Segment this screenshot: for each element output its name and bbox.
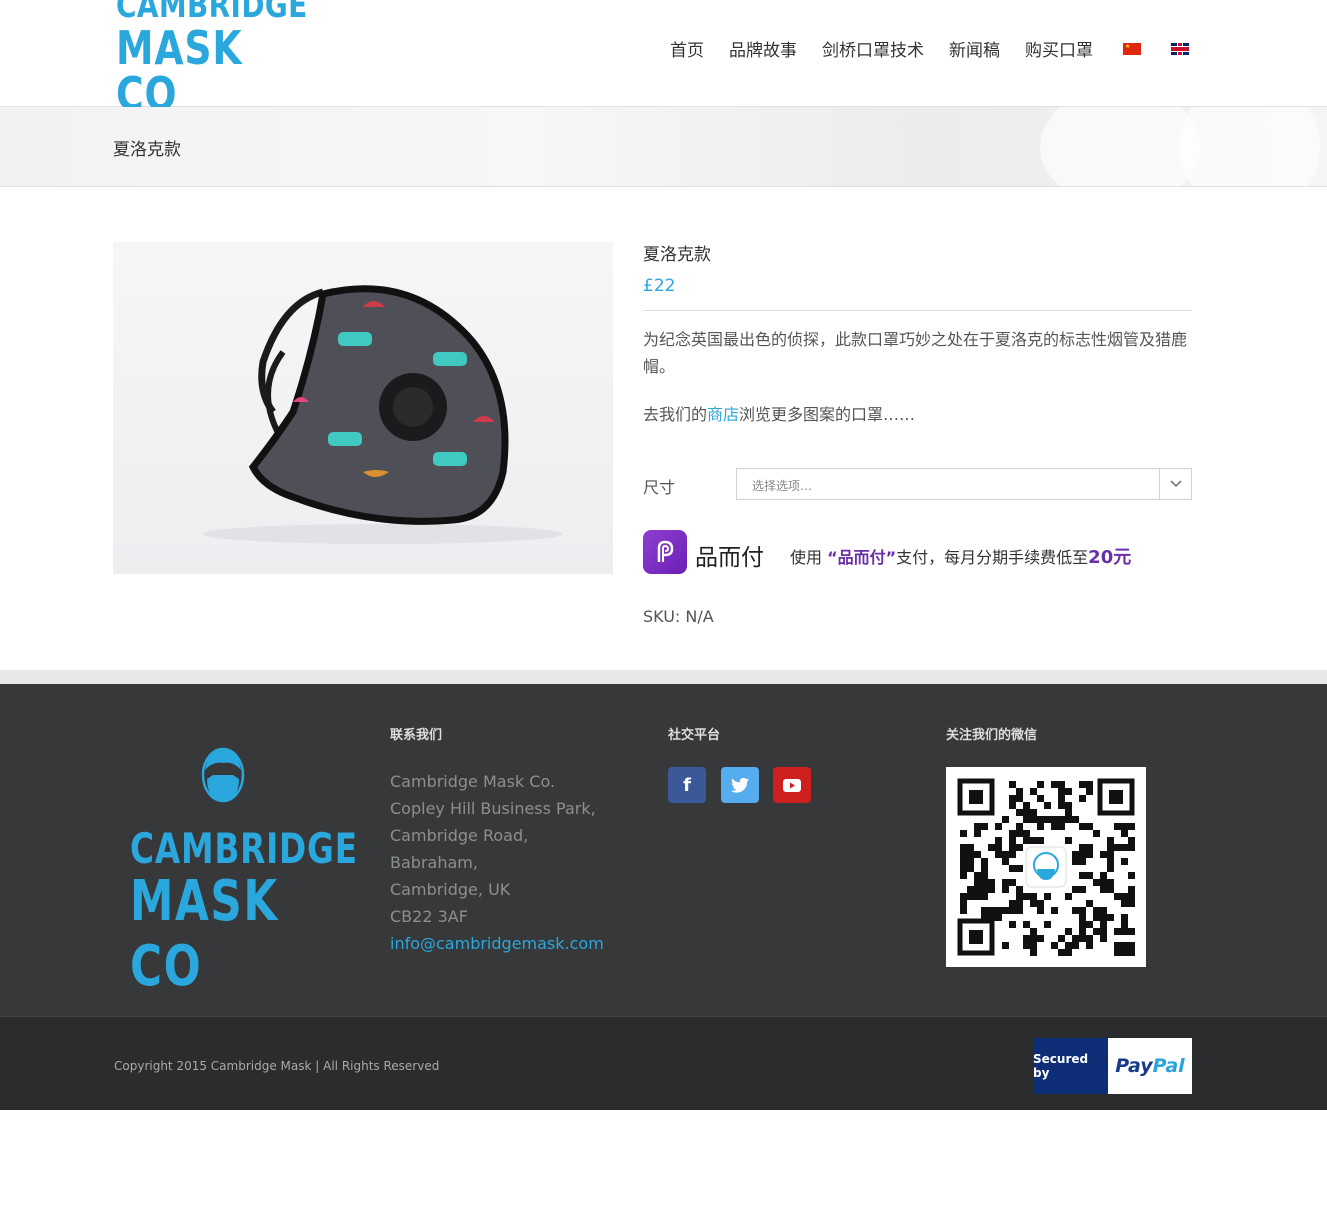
shop-prefix: 去我们的 (643, 405, 708, 424)
page-title-bar: 夏洛克款 (0, 107, 1327, 187)
uk-flag-icon[interactable] (1171, 42, 1189, 55)
address-line: Cambridge, UK (390, 880, 511, 899)
product-price: £22 (643, 276, 676, 296)
site-header: CAMBRIDGE MASK CO 首页 品牌故事 剑桥口罩技术 新闻稿 购买口… (0, 0, 1327, 117)
main-nav: 首页 品牌故事 剑桥口罩技术 新闻稿 购买口罩 (645, 36, 1189, 61)
product-image[interactable] (113, 242, 613, 574)
twitter-icon[interactable] (721, 767, 759, 803)
paypal-secured-label: Secured by (1033, 1038, 1108, 1094)
installment-mid: 支付，每月分期手续费低至 (896, 548, 1089, 567)
footer-spacer (0, 670, 1327, 684)
address-line: Babraham, (390, 853, 478, 872)
site-logo[interactable]: CAMBRIDGE MASK CO (112, 0, 338, 117)
email-link[interactable]: info@cambridgemask.com (390, 934, 604, 953)
shop-link[interactable]: 商店 (707, 405, 739, 424)
pinerfu-logo-icon (643, 530, 687, 574)
size-label: 尺寸 (643, 478, 676, 497)
address-line: Copley Hill Business Park, (390, 799, 596, 818)
divider (643, 310, 1192, 311)
installment-prefix: 使用 (790, 548, 823, 567)
address-line: Cambridge Road, (390, 826, 529, 845)
nav-brand-story[interactable]: 品牌故事 (729, 36, 797, 61)
footer: CAMBRIDGE MASK CO 联系我们 Cambridge Mask Co… (0, 684, 1327, 1016)
wechat-heading: 关注我们的微信 (946, 728, 1038, 743)
footer-logo: CAMBRIDGE MASK CO (130, 744, 358, 999)
installment-brand: 品而付 (695, 545, 764, 571)
footer-bottom-bar: Copyright 2015 Cambridge Mask | All Righ… (0, 1016, 1327, 1110)
logo-line-1: CAMBRIDGE (116, 0, 308, 26)
footer-logo-line-2: MASK CO (130, 869, 279, 999)
paypal-badge: Secured by Pay Pal (1033, 1038, 1192, 1094)
address-line: Cambridge Mask Co. (390, 772, 556, 791)
nav-press[interactable]: 新闻稿 (949, 36, 1000, 61)
mask-product-photo (203, 285, 563, 544)
mask-face-icon (201, 747, 245, 803)
logo-line-2: MASK CO (116, 21, 243, 121)
cn-flag-icon[interactable] (1123, 42, 1141, 55)
installment-brand-quote: “品而付” (827, 548, 897, 567)
paypal-logo: Pay Pal (1108, 1038, 1192, 1094)
youtube-icon[interactable] (773, 767, 811, 803)
social-heading: 社交平台 (668, 728, 721, 743)
shop-line: 去我们的商店浏览更多图案的口罩…… (643, 401, 915, 425)
installment-amount: 20元 (1088, 547, 1132, 568)
page-title: 夏洛克款 (113, 140, 181, 160)
product-description: 为纪念英国最出色的侦探，此款口罩巧妙之处在于夏洛克的标志性烟管及猎鹿帽。 (643, 330, 1188, 376)
logo-wordmark: CAMBRIDGE MASK CO (116, 0, 350, 117)
wechat-qr-code (946, 767, 1146, 967)
facebook-icon[interactable]: f (668, 767, 706, 803)
size-select[interactable]: 选择选项… (736, 468, 1192, 500)
contact-heading: 联系我们 (390, 728, 443, 743)
chevron-down-icon[interactable] (1159, 469, 1191, 499)
nav-home[interactable]: 首页 (670, 36, 704, 61)
copyright: Copyright 2015 Cambridge Mask | All Righ… (114, 1059, 440, 1073)
product-name: 夏洛克款 (643, 245, 711, 265)
nav-buy[interactable]: 购买口罩 (1025, 36, 1093, 61)
address-line: CB22 3AF (390, 907, 468, 926)
background-decoration (1180, 107, 1320, 186)
background-decoration (1040, 107, 1200, 186)
product-sku: SKU: N/A (643, 607, 714, 626)
contact-address: Cambridge Mask Co. Copley Hill Business … (390, 768, 604, 957)
shop-suffix: 浏览更多图案的口罩…… (739, 405, 916, 424)
nav-technology[interactable]: 剑桥口罩技术 (822, 36, 924, 61)
installment-text: 使用 “品而付”支付，每月分期手续费低至20元 (790, 543, 1131, 569)
size-select-value: 选择选项… (752, 479, 813, 493)
footer-logo-line-1: CAMBRIDGE (130, 824, 358, 873)
